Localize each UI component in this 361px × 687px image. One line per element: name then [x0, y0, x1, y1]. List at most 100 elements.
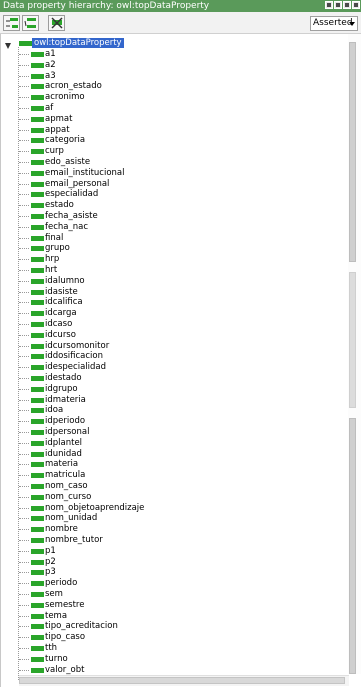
tree-item[interactable]: materia	[1, 459, 341, 470]
tree-item[interactable]: final	[1, 233, 341, 244]
tree-item[interactable]: idalumno	[1, 276, 341, 287]
tree-item-label: idcalifica	[45, 297, 83, 308]
horizontal-scroll-thumb[interactable]	[19, 677, 345, 684]
add-sub-property-button[interactable]	[3, 15, 20, 31]
tree-item[interactable]: idcarga	[1, 308, 341, 319]
property-icon	[31, 516, 44, 522]
tree-item[interactable]: matricula	[1, 470, 341, 481]
property-icon	[31, 116, 44, 122]
tree-item[interactable]: appat	[1, 125, 341, 136]
help-icon[interactable]	[325, 1, 333, 9]
tree-item[interactable]: af	[1, 103, 341, 114]
tree-item[interactable]: idoa	[1, 405, 341, 416]
tree-item[interactable]: p1	[1, 546, 341, 557]
tree-item[interactable]: tipo_caso	[1, 632, 341, 643]
tree-item[interactable]: email_institucional	[1, 168, 341, 179]
tree-item[interactable]: idcalifica	[1, 297, 341, 308]
tree-item[interactable]: nom_curso	[1, 492, 341, 503]
tree-item[interactable]: categoria	[1, 135, 341, 146]
tree-item[interactable]: idcurso	[1, 330, 341, 341]
vertical-scroll-thumb[interactable]	[349, 42, 356, 262]
tree-item[interactable]: a1	[1, 49, 341, 60]
property-icon	[31, 224, 44, 230]
vertical-scroll-track-segment[interactable]	[349, 272, 356, 408]
tree-connector	[19, 259, 29, 261]
tree-connector	[19, 475, 29, 477]
tree-item[interactable]: semestre	[1, 600, 341, 611]
tree-item-label: idcaso	[45, 319, 73, 329]
property-icon	[31, 149, 44, 155]
tree-item[interactable]: tth	[1, 643, 341, 654]
close-icon[interactable]	[352, 1, 360, 9]
tree-connector	[19, 594, 29, 595]
vertical-scroll-thumb-lower[interactable]	[349, 418, 356, 674]
tree-item[interactable]: valor_obt	[1, 665, 341, 676]
property-icon	[31, 106, 44, 111]
tree-item[interactable]: iddosificacion	[1, 351, 341, 362]
tree-item[interactable]: idcursomonitor	[1, 341, 341, 352]
add-sibling-property-button[interactable]	[22, 15, 39, 31]
tree-connector	[19, 637, 29, 639]
tree-item[interactable]: p2	[1, 557, 341, 568]
tree-connector	[19, 658, 29, 660]
tree-item[interactable]: hrp	[1, 254, 341, 265]
tree-connector	[19, 540, 29, 541]
tree-item[interactable]: idcaso	[1, 319, 341, 330]
tree-item[interactable]: nom_unidad	[1, 513, 341, 524]
tree-item[interactable]: idmateria	[1, 395, 341, 406]
tree-item-label: email_personal	[45, 178, 110, 189]
tree-item[interactable]: estado	[1, 200, 341, 211]
tree-item[interactable]: especialidad	[1, 189, 341, 200]
tree-item[interactable]: apmat	[1, 114, 341, 125]
tree-item[interactable]: idgrupo	[1, 384, 341, 395]
tree-item[interactable]: idestado	[1, 373, 341, 384]
tree-item[interactable]: nom_caso	[1, 481, 341, 492]
tree-item[interactable]: hrt	[1, 265, 341, 276]
tree-item[interactable]: tema	[1, 611, 341, 622]
delete-property-button[interactable]	[48, 15, 65, 31]
tree-item-label: a3	[45, 70, 56, 81]
tree-item[interactable]: fecha_asiste	[1, 211, 341, 222]
tree-item[interactable]: nom_objetoaprendizaje	[1, 503, 341, 514]
hierarchy-mode-select[interactable]: Asserted	[310, 16, 358, 31]
tree-connector	[19, 97, 29, 99]
property-icon	[31, 138, 44, 144]
tree-item[interactable]: idespecialidad	[1, 362, 341, 373]
tree-item[interactable]: tipo_acreditacion	[1, 621, 341, 632]
property-icon	[31, 127, 44, 133]
minimize-icon[interactable]	[334, 1, 342, 9]
tree-item[interactable]: sem	[1, 589, 341, 600]
tree-item[interactable]: acronimo	[1, 92, 341, 103]
tree-item[interactable]: edo_asiste	[1, 157, 341, 168]
tree-connector	[19, 108, 29, 109]
tree-item[interactable]: periodo	[1, 578, 341, 589]
tree-item[interactable]: a2	[1, 60, 341, 71]
tree-item[interactable]: p3	[1, 567, 341, 578]
tree-item[interactable]: email_personal	[1, 179, 341, 190]
horizontal-scrollbar[interactable]	[19, 675, 349, 686]
restore-icon[interactable]	[343, 1, 351, 9]
tree-item-label: edo_asiste	[45, 157, 91, 167]
tree-item[interactable]: idasiste	[1, 287, 341, 298]
tree-connector	[19, 442, 29, 444]
tree-item-label: fecha_nac	[45, 221, 89, 232]
vertical-scrollbar[interactable]	[348, 34, 361, 674]
tree-item[interactable]: grupo	[1, 243, 341, 254]
tree-item[interactable]: idplantel	[1, 438, 341, 449]
tree-root[interactable]: owl:topDataProperty	[1, 38, 341, 49]
tree-item[interactable]: fecha_nac	[1, 222, 341, 233]
tree-item[interactable]: idunidad	[1, 449, 341, 460]
tree-item[interactable]: acron_estado	[1, 81, 341, 92]
tree-item[interactable]: idpersonal	[1, 427, 341, 438]
property-icon	[31, 62, 44, 68]
tree-item[interactable]: nombre_tutor	[1, 535, 341, 546]
tree-item[interactable]: idperiodo	[1, 416, 341, 427]
tree-item-label: idoa	[45, 405, 64, 416]
chevron-down-icon	[349, 22, 355, 26]
tree-item[interactable]: turno	[1, 654, 341, 665]
tree-item[interactable]: curp	[1, 146, 341, 157]
tree-item[interactable]: a3	[1, 71, 341, 82]
tree-connector	[19, 399, 29, 401]
property-icon	[31, 419, 44, 425]
tree-item[interactable]: nombre	[1, 524, 341, 535]
